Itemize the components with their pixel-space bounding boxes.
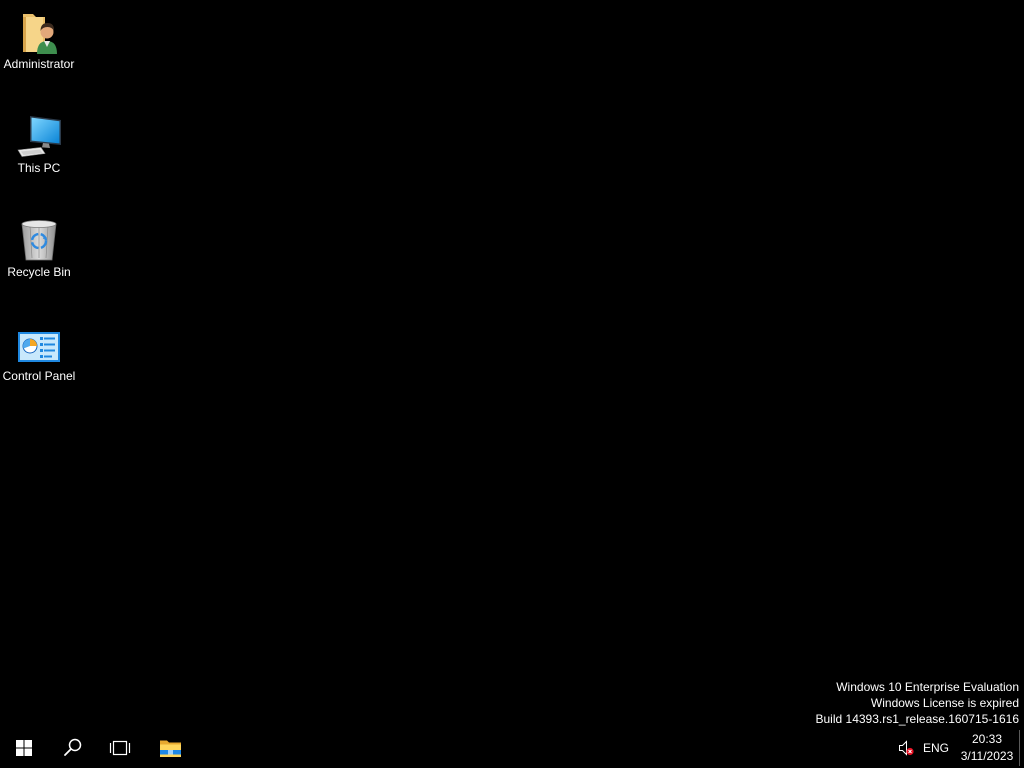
watermark-license-status: Windows License is expired [870, 696, 1019, 710]
watermark-edition: Windows 10 Enterprise Evaluation [836, 680, 1019, 694]
windows-start-icon [16, 740, 32, 756]
task-view-button[interactable] [96, 728, 144, 768]
search-button[interactable] [48, 728, 96, 768]
taskbar-clock[interactable]: 20:33 3/11/2023 [956, 731, 1018, 765]
desktop-icon-administrator[interactable]: Administrator [0, 4, 78, 108]
volume-muted-icon [899, 740, 914, 756]
desktop[interactable]: Administrator This PC Recycle Bin Contro… [0, 0, 1024, 728]
user-folder-icon [23, 14, 57, 54]
start-button[interactable] [0, 728, 48, 768]
file-explorer-button[interactable] [146, 728, 194, 768]
desktop-icon-this-pc[interactable]: This PC [0, 108, 78, 212]
recycle-bin-icon [21, 220, 57, 261]
file-explorer-icon [160, 740, 181, 757]
desktop-icon-label: This PC [17, 161, 61, 175]
clock-date: 3/11/2023 [960, 749, 1014, 763]
volume-button[interactable] [892, 728, 916, 768]
desktop-icon-control-panel[interactable]: Control Panel [0, 316, 78, 420]
clock-time: 20:33 [971, 732, 1003, 746]
search-icon [64, 738, 82, 756]
desktop-icon-grid: Administrator This PC Recycle Bin Contro… [0, 4, 78, 420]
control-panel-icon [18, 332, 60, 362]
watermark-build: Build 14393.rs1_release.160715-1616 [815, 712, 1020, 726]
input-language-indicator[interactable]: ENG [920, 728, 952, 768]
desktop-icon-recycle-bin[interactable]: Recycle Bin [0, 212, 78, 316]
desktop-icon-label: Control Panel [2, 369, 76, 383]
task-view-icon [109, 740, 131, 756]
show-desktop-divider [1019, 730, 1020, 766]
show-desktop-button[interactable] [1018, 730, 1024, 766]
desktop-icon-label: Recycle Bin [7, 265, 71, 279]
taskbar: ENG 20:33 3/11/2023 [0, 728, 1024, 768]
windows-license-watermark: Windows 10 Enterprise Evaluation Windows… [816, 679, 1020, 727]
this-pc-icon [17, 116, 61, 157]
desktop-icon-label: Administrator [3, 57, 75, 71]
